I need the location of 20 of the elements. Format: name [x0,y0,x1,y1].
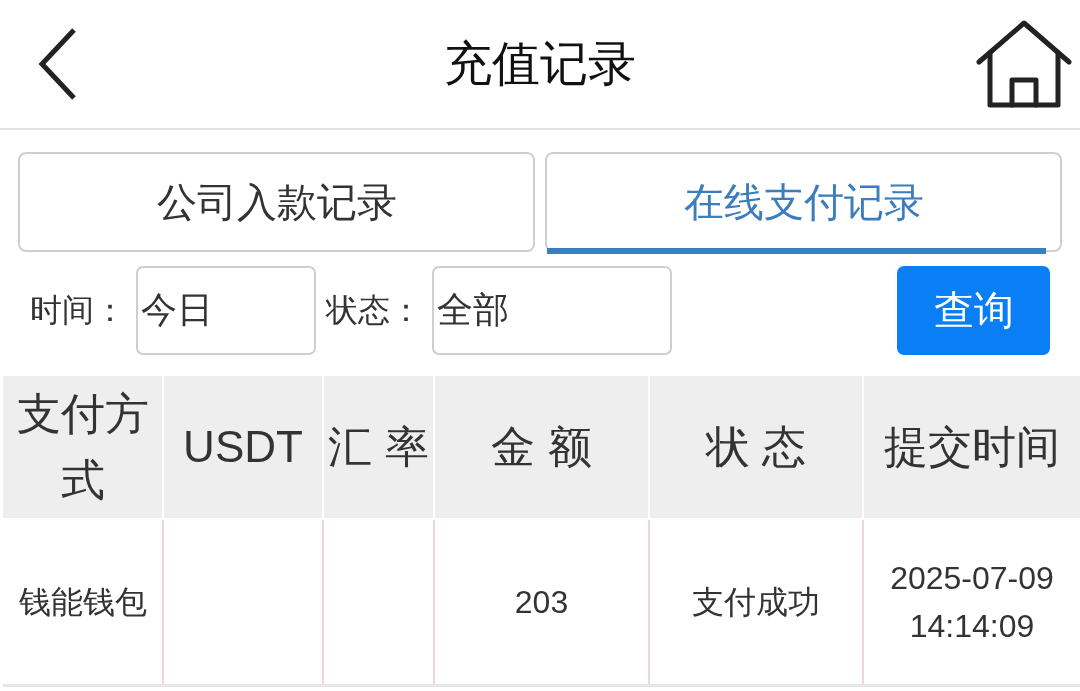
table-cell: 支付成功 [650,520,862,684]
tab[interactable]: 在线支付记录 [545,152,1062,252]
table-cell: 钱能钱包 [3,520,162,684]
filter-select[interactable]: 今日 [136,266,316,355]
query-button[interactable]: 查询 [897,266,1050,355]
column-header: 金 额 [435,376,648,518]
column-header: 状 态 [650,376,862,518]
column-header: 支付方式 [3,376,162,518]
tab[interactable]: 公司入款记录 [18,152,535,252]
filter-label: 时间： [30,290,126,330]
column-header: 汇 率 [324,376,433,518]
chevron-left-icon[interactable] [38,27,78,101]
home-icon[interactable] [976,20,1072,108]
column-header: 提交时间 [864,376,1080,518]
table-cell: 203 [435,520,648,684]
filter-label: 状态： [326,290,422,330]
table-cell: 2025-07-09 14:14:09 [864,520,1080,684]
page-title: 充值记录 [444,36,636,92]
filter-select[interactable]: 全部 [432,266,672,355]
column-header: USDT [164,376,322,518]
